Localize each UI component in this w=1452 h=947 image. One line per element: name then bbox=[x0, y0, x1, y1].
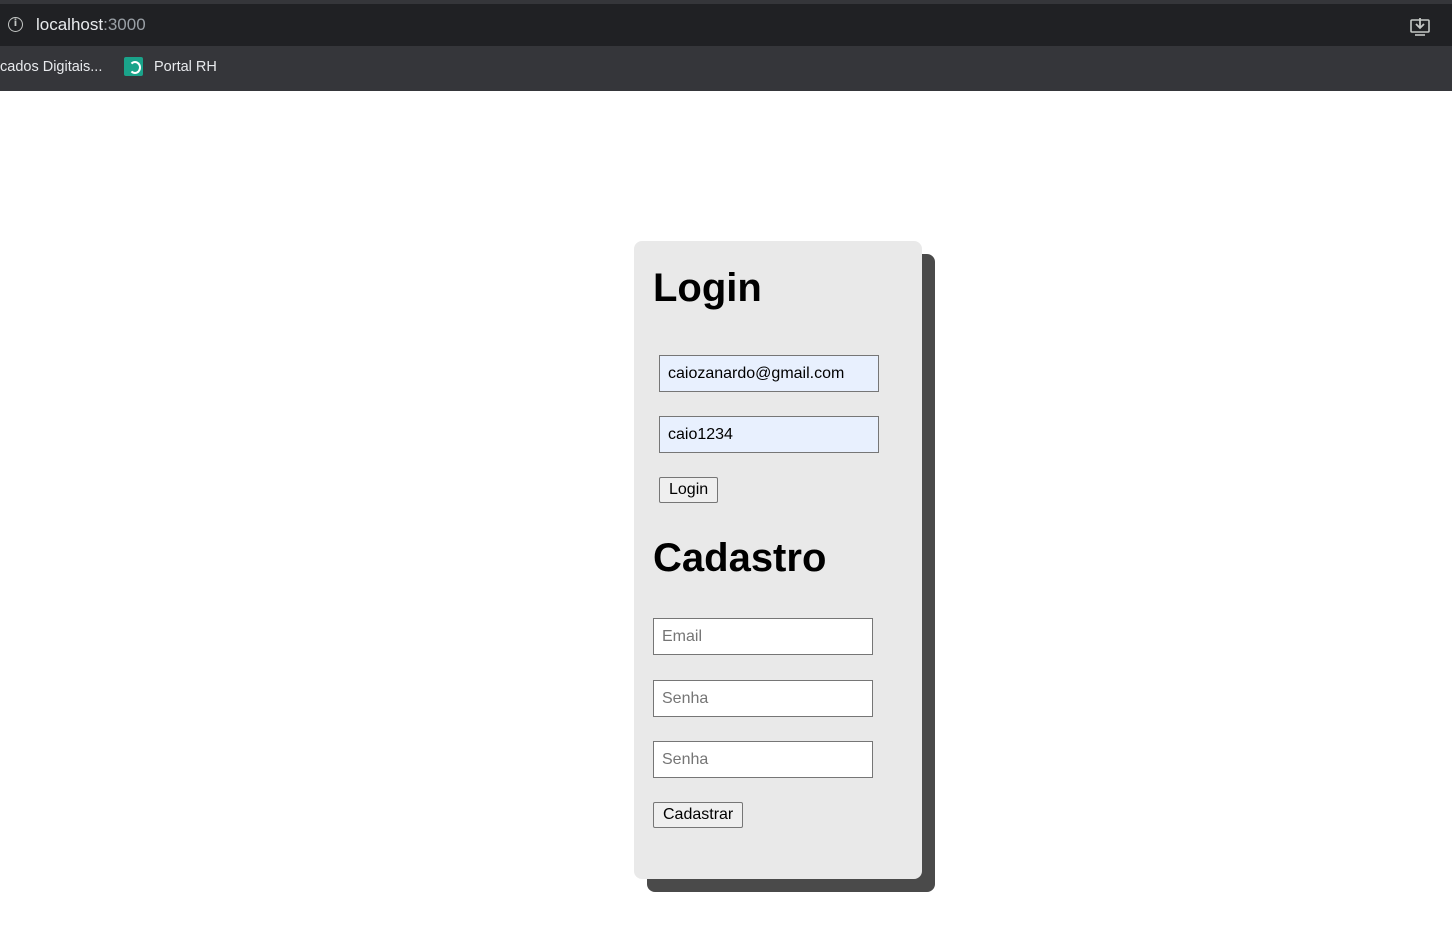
url-port: :3000 bbox=[103, 15, 146, 34]
url-host: localhost bbox=[36, 15, 104, 34]
browser-toolbar: i localhost:3000 bbox=[0, 0, 1452, 48]
site-info-icon[interactable]: i bbox=[8, 17, 23, 32]
bookmark-item-portal-rh[interactable]: Portal RH bbox=[124, 57, 217, 76]
auth-card: Login Login Cadastro Cadastrar bbox=[634, 241, 922, 879]
cadastro-heading: Cadastro bbox=[653, 536, 827, 580]
install-app-icon[interactable] bbox=[1410, 18, 1430, 36]
url-text[interactable]: localhost:3000 bbox=[36, 15, 146, 35]
cadastro-email-input[interactable] bbox=[653, 618, 873, 655]
login-password-input[interactable] bbox=[659, 416, 879, 453]
portal-rh-favicon-icon bbox=[124, 57, 143, 76]
cadastro-password-input[interactable] bbox=[653, 680, 873, 717]
bookmarks-bar: cados Digitais... Portal RH bbox=[0, 46, 1452, 91]
cadastro-password-confirm-input[interactable] bbox=[653, 741, 873, 778]
bookmark-item[interactable]: cados Digitais... bbox=[0, 59, 102, 75]
address-bar[interactable]: i localhost:3000 bbox=[0, 4, 1452, 46]
login-email-input[interactable] bbox=[659, 355, 879, 392]
login-heading: Login bbox=[653, 266, 762, 310]
login-button[interactable]: Login bbox=[659, 477, 719, 503]
bookmark-label: Portal RH bbox=[154, 58, 217, 75]
cadastrar-button[interactable]: Cadastrar bbox=[653, 802, 744, 828]
